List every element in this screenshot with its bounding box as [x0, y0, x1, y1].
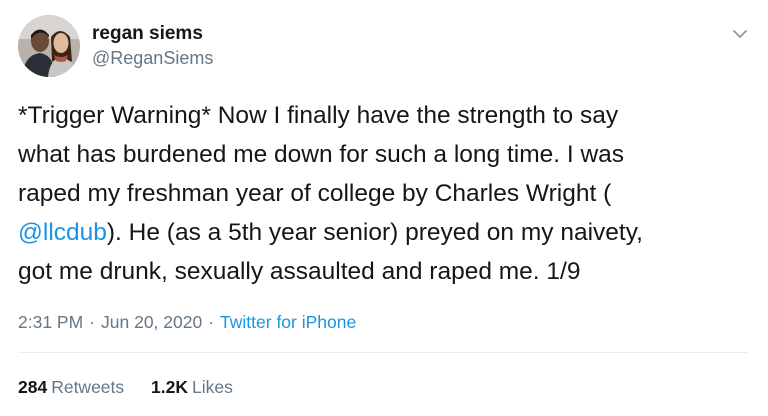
tweet-card: regan siems @ReganSiems *Trigger Warning… — [0, 0, 768, 416]
retweets-stat[interactable]: 284 Retweets — [18, 375, 124, 399]
tweet-metadata: 2:31 PM · Jun 20, 2020 · Twitter for iPhone — [18, 310, 356, 334]
user-names: regan siems @ReganSiems — [92, 22, 213, 70]
tweet-text-line: what has burdened me down for such a lon… — [18, 141, 625, 168]
likes-count: 1.2K — [151, 377, 188, 397]
display-name[interactable]: regan siems — [92, 22, 213, 46]
tweet-time[interactable]: 2:31 PM — [18, 312, 83, 332]
avatar-photo — [18, 15, 80, 77]
likes-stat[interactable]: 1.2K Likes — [151, 375, 233, 399]
chevron-down-icon[interactable] — [730, 24, 750, 44]
mention-link[interactable]: @llcdub — [18, 219, 107, 246]
tweet-date[interactable]: Jun 20, 2020 — [101, 312, 202, 332]
tweet-text-line: got me drunk, sexually assaulted and rap… — [18, 258, 581, 285]
separator-dot: · — [89, 312, 96, 332]
tweet-stats: 284 Retweets 1.2K Likes — [18, 375, 255, 399]
avatar[interactable] — [18, 15, 80, 77]
tweet-header: regan siems @ReganSiems — [18, 14, 213, 78]
retweets-label: Retweets — [51, 377, 125, 397]
tweet-source-link[interactable]: Twitter for iPhone — [220, 312, 356, 332]
user-handle[interactable]: @ReganSiems — [92, 46, 213, 70]
tweet-text: *Trigger Warning* Now I finally have the… — [18, 96, 754, 291]
tweet-text-segment: ). He (as a 5th year senior) preyed on m… — [106, 219, 643, 246]
tweet-text-line: *Trigger Warning* Now I finally have the… — [18, 102, 619, 129]
tweet-text-line: raped my freshman year of college by Cha… — [18, 180, 612, 207]
divider — [18, 352, 748, 353]
retweets-count: 284 — [18, 377, 48, 397]
likes-label: Likes — [192, 377, 233, 397]
separator-dot: · — [208, 312, 215, 332]
tweet-text-line: @llcdub). He (as a 5th year senior) prey… — [18, 213, 754, 252]
